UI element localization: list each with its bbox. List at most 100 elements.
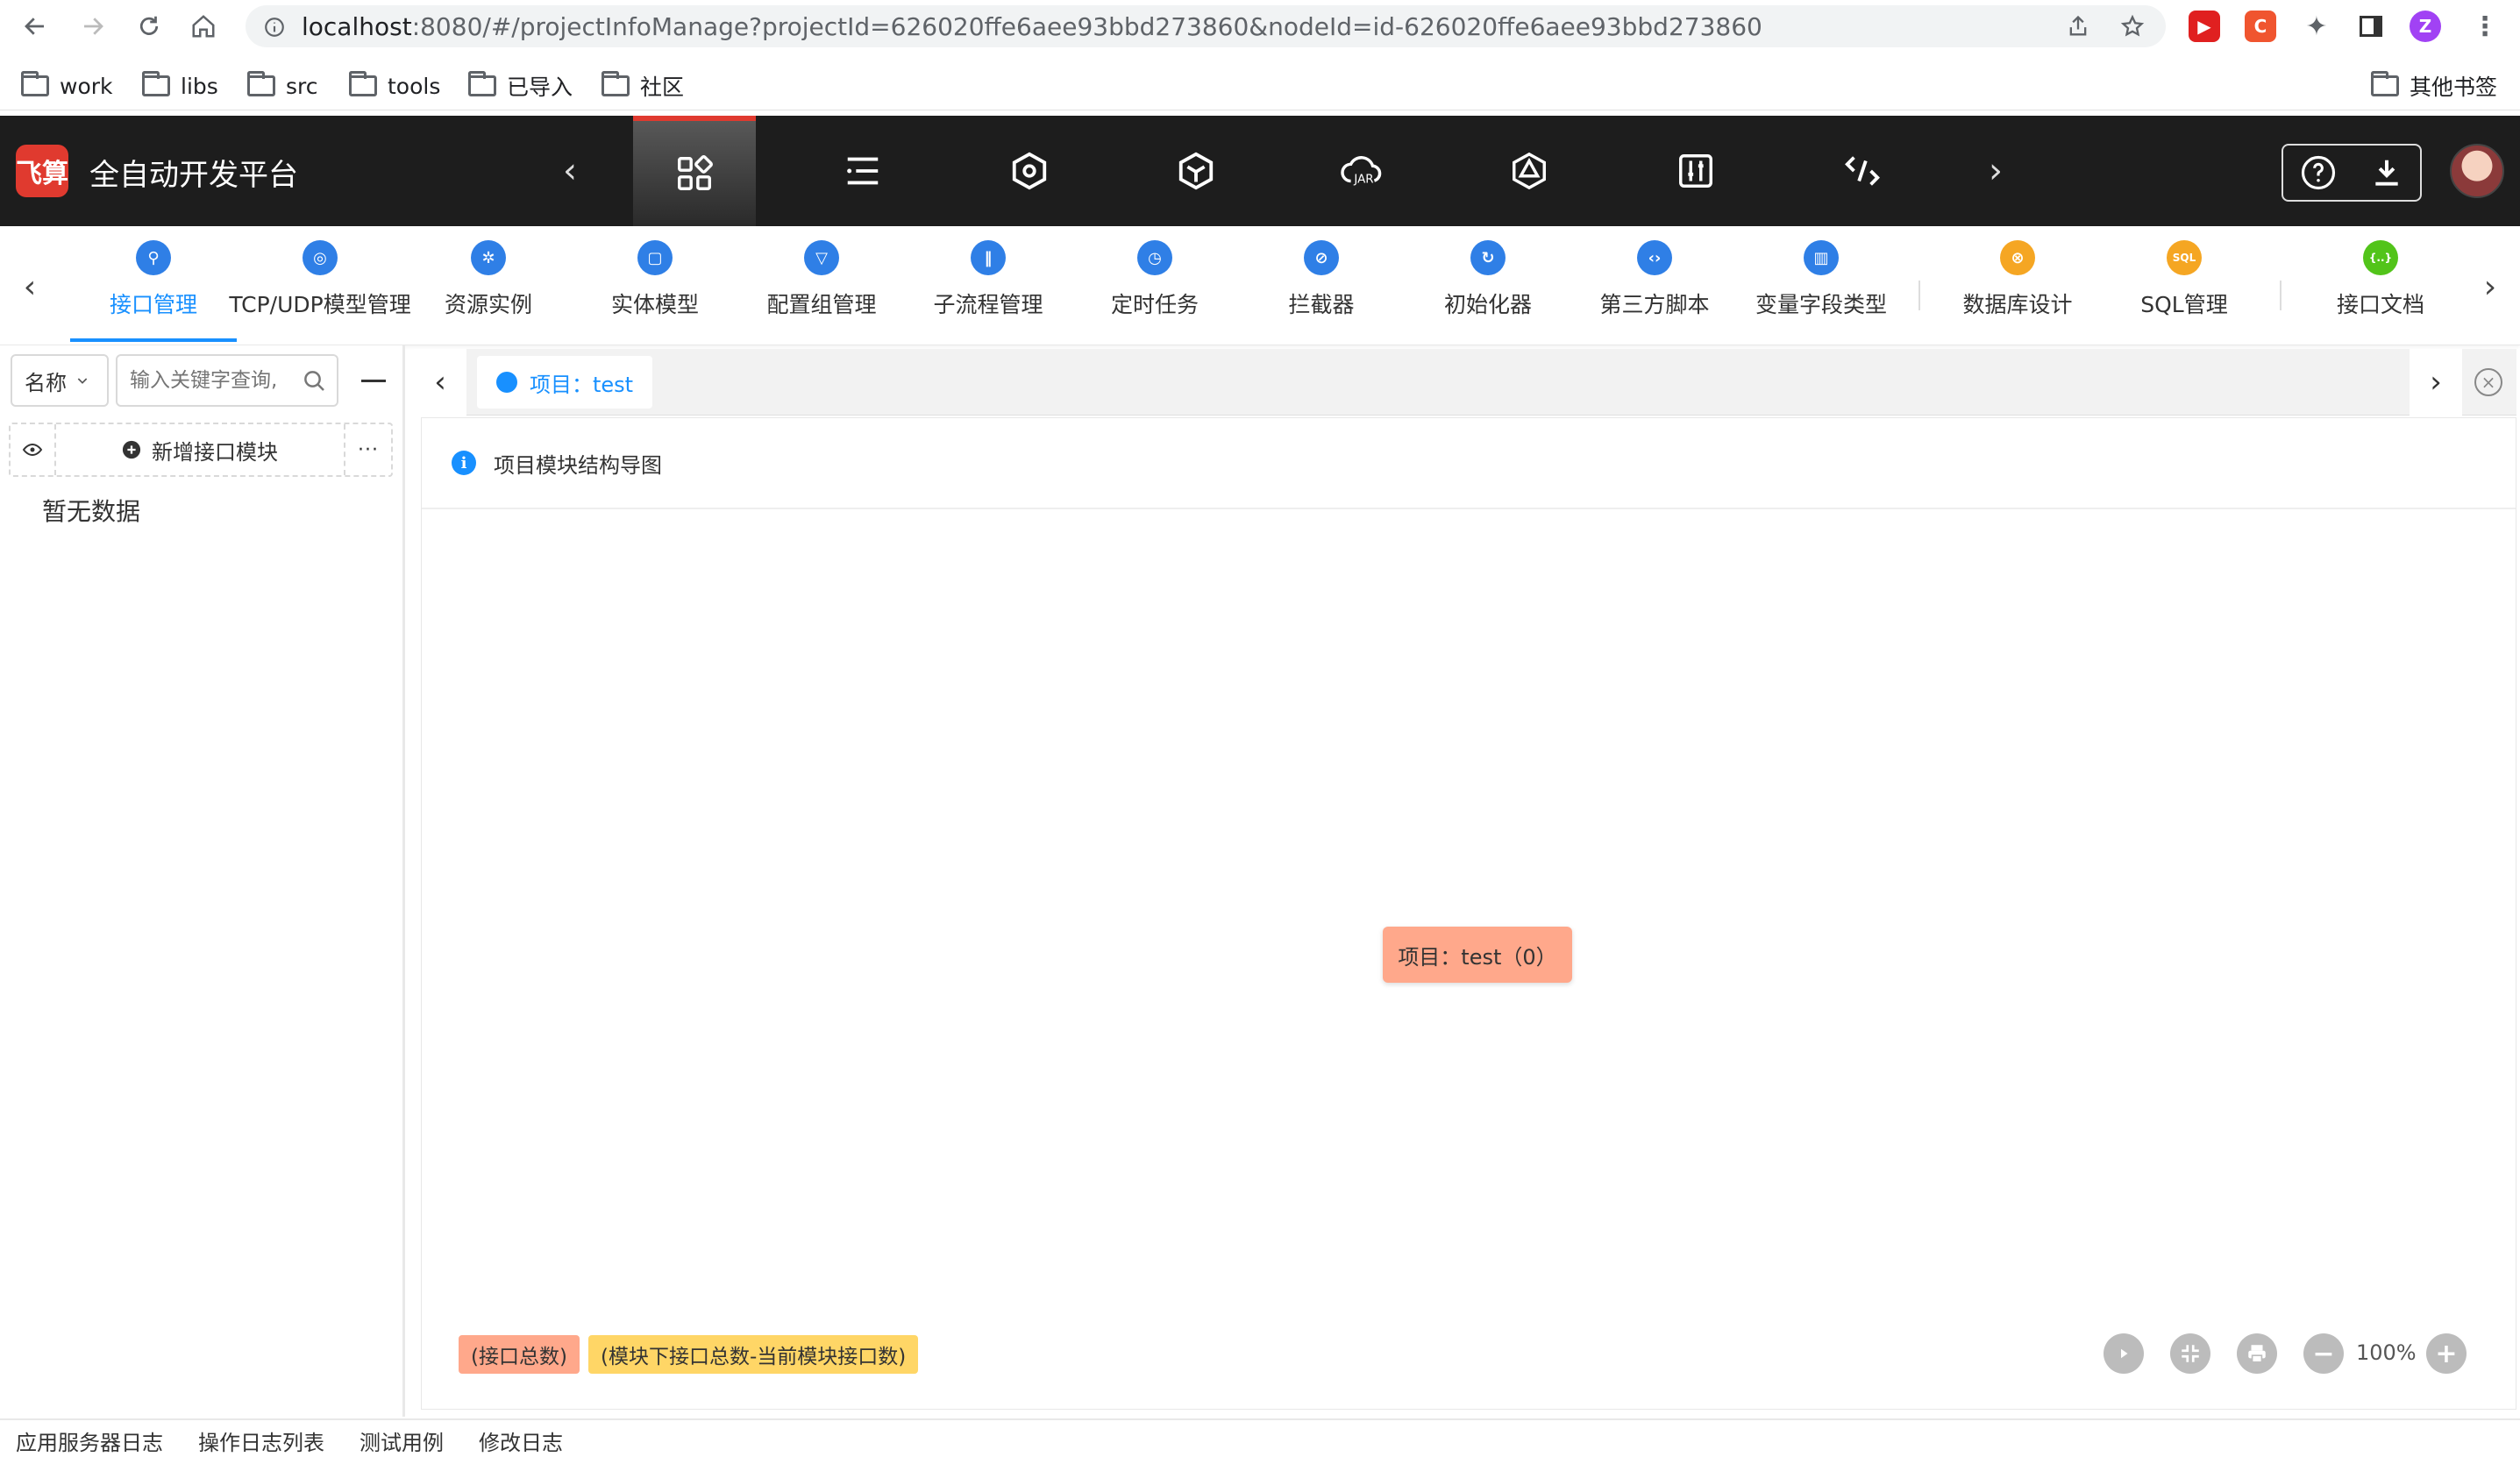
- db-icon: ⊗: [2000, 240, 2035, 275]
- puzzle-icon[interactable]: ✦: [2301, 11, 2332, 42]
- module-tab-label: 第三方脚本: [1599, 292, 1710, 317]
- module-tab-label: 子流程管理: [933, 292, 1043, 317]
- module-tab-db[interactable]: ⊗ 数据库设计: [1934, 240, 2101, 331]
- module-tab-label: 接口文档: [2336, 292, 2424, 317]
- mind-map-root-node[interactable]: 项目：test（0）: [1383, 927, 1572, 983]
- bookmark-imported[interactable]: 已导入: [468, 68, 573, 103]
- block-icon: ⊘: [1304, 240, 1339, 275]
- header-nav-component[interactable]: [968, 116, 1091, 226]
- add-module-button[interactable]: 新增接口模块: [56, 424, 345, 475]
- header-nav-settings[interactable]: [1634, 116, 1757, 226]
- funnel-icon: ▽: [804, 240, 839, 275]
- folder-icon: [247, 71, 275, 96]
- url-host: localhost: [302, 11, 412, 41]
- module-tab-code[interactable]: ‹› 第三方脚本: [1571, 240, 1738, 331]
- svg-text:JAR: JAR: [1353, 173, 1373, 186]
- folder-icon: [21, 71, 49, 96]
- tab-project[interactable]: 项目：test: [477, 356, 652, 409]
- module-tab-gear[interactable]: ✲ 资源实例: [405, 240, 572, 331]
- clock-icon: ◷: [1137, 240, 1172, 275]
- module-tab-block[interactable]: ⊘ 拦截器: [1238, 240, 1405, 331]
- tab-dot-icon: [496, 372, 517, 393]
- footer-change-log[interactable]: 修改日志: [479, 1425, 563, 1456]
- header-next-button[interactable]: ›: [1978, 151, 2013, 191]
- search-input[interactable]: [130, 369, 288, 392]
- toggle-visibility-button[interactable]: [11, 424, 56, 475]
- module-tab-frame[interactable]: ▢ 实体模型: [572, 240, 738, 331]
- module-tab-sql[interactable]: SQL SQL管理: [2101, 240, 2267, 331]
- module-tab-refresh[interactable]: ↻ 初始化器: [1405, 240, 1571, 331]
- c-extension-icon[interactable]: C: [2245, 11, 2276, 42]
- print-button[interactable]: [2237, 1333, 2277, 1374]
- module-tab-label: 数据库设计: [1962, 292, 2073, 317]
- bookmark-other[interactable]: 其他书签: [2371, 68, 2497, 103]
- header-nav-package[interactable]: [1135, 116, 1257, 226]
- reload-button[interactable]: [132, 9, 167, 44]
- module-tab-funnel[interactable]: ▽ 配置组管理: [738, 240, 905, 331]
- browser-toolbar: localhost:8080/#/projectInfoManage?proje…: [0, 0, 2520, 53]
- bookmark-libs[interactable]: libs: [142, 68, 218, 103]
- collapse-button[interactable]: [359, 372, 388, 389]
- app-title: 全自动开发平台: [89, 158, 298, 193]
- header-nav-apps[interactable]: [633, 116, 756, 226]
- bars-icon: ▥: [1804, 240, 1839, 275]
- module-tab-label: 资源实例: [444, 292, 532, 317]
- bookmark-src[interactable]: src: [247, 68, 318, 103]
- module-tab-label: 拦截器: [1288, 292, 1355, 317]
- fit-screen-button[interactable]: [2170, 1333, 2210, 1374]
- search-icon[interactable]: [302, 368, 328, 394]
- play-button[interactable]: [2104, 1333, 2144, 1374]
- bookmark-work[interactable]: work: [21, 68, 113, 103]
- module-tab-braces[interactable]: {..} 接口文档: [2297, 240, 2464, 331]
- field-select[interactable]: 名称: [11, 354, 109, 407]
- browser-menu-icon[interactable]: ⋮: [2469, 11, 2501, 42]
- star-icon[interactable]: [2120, 14, 2145, 39]
- help-icon[interactable]: [2300, 154, 2337, 191]
- module-tab-clock[interactable]: ◷ 定时任务: [1071, 240, 1238, 331]
- zoom-level: 100%: [2356, 1340, 2417, 1365]
- header-nav-jar[interactable]: JAR: [1301, 116, 1424, 226]
- zoom-in-button[interactable]: +: [2426, 1333, 2467, 1374]
- header-prev-button[interactable]: ‹: [552, 151, 587, 191]
- module-tab-bars[interactable]: ▥ 变量字段类型: [1738, 240, 1904, 331]
- legend-total: (接口总数): [459, 1335, 580, 1374]
- field-select-value: 名称: [25, 370, 67, 395]
- bookmarks-bar: work libs src tools 已导入 社区 其他书签: [0, 61, 2520, 110]
- header-nav-list[interactable]: [801, 116, 924, 226]
- zoom-out-button[interactable]: −: [2303, 1333, 2344, 1374]
- module-tab-globe[interactable]: ◎ TCP/UDP模型管理: [229, 240, 411, 331]
- module-tab-wave[interactable]: ‖ 子流程管理: [905, 240, 1071, 331]
- legend-module: (模块下接口总数-当前模块接口数): [588, 1335, 919, 1374]
- cloud-jar-icon: JAR: [1341, 156, 1382, 186]
- footer-test-cases[interactable]: 测试用例: [359, 1425, 444, 1456]
- module-tab-link[interactable]: ⚲ 接口管理: [70, 240, 237, 331]
- module-tab-bar: ‹ ⚲ 接口管理 ◎ TCP/UDP模型管理 ✲ 资源实例 ▢ 实体模型 ▽ 配置组管理 ‖ 子流程管…: [0, 226, 2520, 345]
- more-button[interactable]: ···: [345, 424, 391, 475]
- tab-next-button[interactable]: ›: [2410, 349, 2462, 416]
- back-button[interactable]: [18, 9, 53, 44]
- home-button[interactable]: [186, 9, 221, 44]
- user-avatar[interactable]: [2450, 144, 2504, 198]
- side-panel-icon[interactable]: [2355, 11, 2387, 42]
- module-tree-panel: 名称 新增接口模块 ··· 暂无数据: [0, 345, 405, 1417]
- search-field[interactable]: [116, 354, 338, 407]
- bookmark-tools[interactable]: tools: [349, 68, 440, 103]
- module-tab-label: 变量字段类型: [1755, 292, 1887, 317]
- forward-button[interactable]: [75, 9, 110, 44]
- download-icon[interactable]: [2370, 156, 2403, 189]
- footer-operation-log[interactable]: 操作日志列表: [198, 1425, 324, 1456]
- share-icon[interactable]: [2066, 14, 2090, 39]
- module-next-button[interactable]: ›: [2473, 265, 2508, 309]
- close-all-tabs-icon[interactable]: ×: [2474, 368, 2502, 396]
- arrow-right-icon: [84, 18, 103, 35]
- youtube-extension-icon[interactable]: ▶: [2189, 11, 2220, 42]
- header-nav-network[interactable]: [1468, 116, 1591, 226]
- profile-avatar[interactable]: Z: [2410, 11, 2441, 42]
- address-bar[interactable]: localhost:8080/#/projectInfoManage?proje…: [246, 5, 2166, 47]
- footer-app-server-log[interactable]: 应用服务器日志: [16, 1425, 163, 1456]
- header-nav-api[interactable]: [1801, 116, 1924, 226]
- module-prev-button[interactable]: ‹: [12, 265, 47, 309]
- info-circle-icon: [265, 18, 284, 37]
- bookmark-community[interactable]: 社区: [602, 68, 684, 103]
- tab-prev-button[interactable]: ‹: [414, 349, 466, 416]
